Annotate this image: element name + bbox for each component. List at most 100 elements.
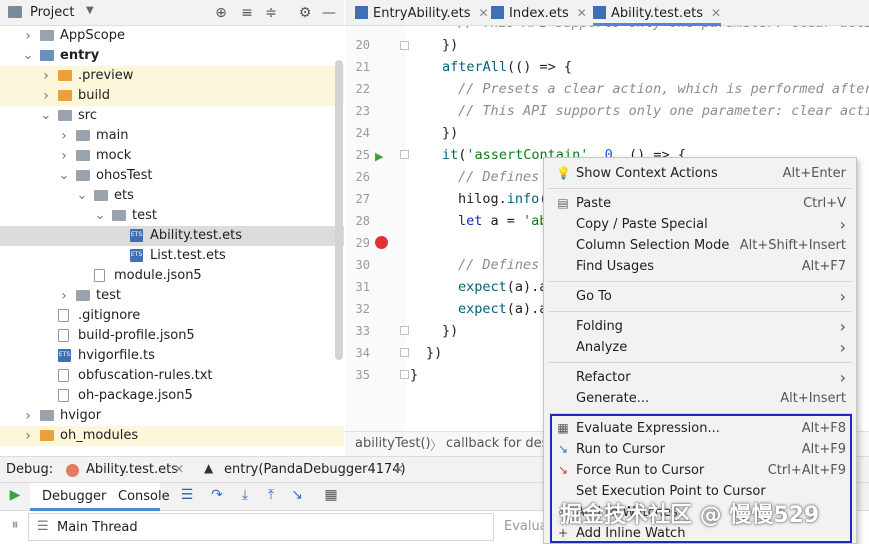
tree-item[interactable]: ⌄ ohosTest — [0, 166, 344, 186]
fold-marker-icon[interactable] — [400, 41, 409, 50]
tab-console[interactable]: Console — [118, 489, 170, 504]
menu-item-copy-paste-special[interactable]: Copy / Paste Special › — [544, 214, 856, 235]
code-line: let a = 'ab — [458, 213, 548, 229]
tree-item-label: .gitignore — [78, 308, 141, 323]
tree-item[interactable]: .gitignore — [0, 306, 344, 326]
layout-icon[interactable]: ☰ — [178, 487, 196, 503]
tree-item[interactable]: ⌄ entry — [0, 46, 344, 66]
tree-item[interactable]: › .preview — [0, 66, 344, 86]
code-line: expect(a).a — [458, 279, 548, 295]
folder-icon — [58, 70, 72, 81]
chevron-right-icon[interactable]: › — [22, 26, 34, 46]
chevron-right-icon[interactable]: › — [58, 126, 70, 146]
tree-item-label: main — [96, 128, 129, 143]
debug-tab-ability-test[interactable]: Ability.test.ets — [86, 462, 178, 477]
menu-separator — [548, 311, 852, 312]
folder-icon — [40, 50, 54, 61]
chevron-right-icon[interactable]: › — [40, 66, 52, 86]
run-test-icon[interactable]: ▶ — [375, 150, 383, 163]
menu-item-generate[interactable]: Generate... Alt+Insert — [544, 388, 856, 409]
tree-item[interactable]: oh-package.json5 — [0, 386, 344, 406]
tree-item[interactable]: ⌄ ets — [0, 186, 344, 206]
menu-item-label: Copy / Paste Special — [576, 217, 708, 232]
calculator-icon[interactable]: ▦ — [322, 487, 340, 503]
hide-icon[interactable]: — — [320, 4, 338, 22]
fold-marker-icon[interactable] — [400, 370, 409, 379]
step-out-icon[interactable]: ⤒ — [262, 487, 280, 503]
menu-item-go-to[interactable]: Go To › — [544, 286, 856, 307]
tree-item[interactable]: › main — [0, 126, 344, 146]
tree-item[interactable]: build-profile.json5 — [0, 326, 344, 346]
chevron-down-icon[interactable]: ▼ — [86, 5, 94, 16]
chevron-right-icon[interactable]: › — [58, 286, 70, 306]
menu-item-column-selection-mode[interactable]: Column Selection Mode Alt+Shift+Insert — [544, 235, 856, 256]
chevron-down-icon[interactable]: ⌄ — [58, 166, 70, 186]
line-number: 22 — [355, 82, 370, 96]
tree-item[interactable]: ETS Ability.test.ets — [0, 226, 344, 246]
expand-all-icon[interactable]: ≡ — [238, 4, 256, 22]
tree-item[interactable]: module.json5 — [0, 266, 344, 286]
chevron-right-icon[interactable]: › — [40, 86, 52, 106]
breakpoint-icon[interactable] — [375, 236, 388, 249]
close-icon[interactable]: ✕ — [577, 6, 587, 20]
menu-item-label: Paste — [576, 196, 612, 211]
locate-icon[interactable]: ⊕ — [212, 4, 230, 22]
tree-item[interactable]: › oh_modules — [0, 426, 344, 446]
chevron-right-icon[interactable]: › — [58, 146, 70, 166]
gear-icon[interactable]: ⚙ — [296, 4, 314, 22]
close-icon[interactable]: ✕ — [479, 6, 489, 20]
debug-tab-entry[interactable]: entry(PandaDebugger4174) — [224, 462, 406, 477]
evaluate-input[interactable]: Evalua — [504, 519, 548, 534]
resume-icon[interactable]: ▶ — [6, 487, 24, 503]
tree-item[interactable]: › hvigor — [0, 406, 344, 426]
tree-item[interactable]: ETS hvigorfile.ts — [0, 346, 344, 366]
tree-item[interactable]: obfuscation-rules.txt — [0, 366, 344, 386]
step-into-icon[interactable]: ⤓ — [236, 487, 254, 503]
fold-marker-icon[interactable] — [400, 348, 409, 357]
menu-item-analyze[interactable]: Analyze › — [544, 337, 856, 358]
debug-label: Debug: — [6, 462, 54, 477]
chevron-down-icon[interactable]: ⌄ — [40, 106, 52, 126]
fold-marker-icon[interactable] — [400, 150, 409, 159]
tree-item[interactable]: › build — [0, 86, 344, 106]
breadcrumb-item-abilitytest[interactable]: abilityTest() — [355, 436, 431, 451]
tree-scrollbar[interactable] — [335, 60, 343, 360]
project-title[interactable]: Project — [30, 5, 74, 20]
collapse-all-icon[interactable]: ≑ — [262, 4, 280, 22]
close-icon[interactable]: ✕ — [711, 6, 721, 20]
tab-entryability[interactable]: EntryAbility.ets ✕ — [355, 0, 489, 26]
fold-marker-icon[interactable] — [400, 326, 409, 335]
breadcrumb-item-callback[interactable]: callback for desc — [446, 436, 556, 451]
step-over-icon[interactable]: ↷ — [208, 487, 226, 503]
tree-item[interactable]: ETS List.test.ets — [0, 246, 344, 266]
chevron-down-icon[interactable]: ⌄ — [94, 206, 106, 226]
tree-item[interactable]: ⌄ test — [0, 206, 344, 226]
tree-item-label: build — [78, 88, 110, 103]
close-icon[interactable]: ✕ — [174, 462, 184, 476]
close-icon[interactable]: ✕ — [394, 462, 404, 476]
tree-item[interactable]: › test — [0, 286, 344, 306]
pause-icon[interactable]: ⏸ — [6, 517, 24, 533]
chevron-down-icon[interactable]: ⌄ — [76, 186, 88, 206]
chevron-down-icon[interactable]: ⌄ — [22, 46, 34, 66]
chevron-right-icon[interactable]: › — [22, 426, 34, 446]
chevron-right-icon[interactable]: › — [22, 406, 34, 426]
tree-item[interactable]: › AppScope — [0, 26, 344, 46]
menu-item-show-context-actions[interactable]: 💡 Show Context Actions Alt+Enter — [544, 163, 856, 184]
menu-item-folding[interactable]: Folding › — [544, 316, 856, 337]
tab-debugger[interactable]: Debugger — [42, 489, 106, 504]
tab-index[interactable]: Index.ets ✕ — [491, 0, 587, 26]
thread-selector[interactable]: ☰ Main Thread — [28, 513, 494, 541]
tree-item[interactable]: ⌄ src — [0, 106, 344, 126]
tree-item[interactable]: › mock — [0, 146, 344, 166]
code-line: }) — [442, 37, 459, 53]
menu-item-paste[interactable]: ▤ Paste Ctrl+V — [544, 193, 856, 214]
code-line: hilog.info( — [458, 191, 547, 207]
menu-item-refactor[interactable]: Refactor › — [544, 367, 856, 388]
code-line: // This API supports only one parameter:… — [458, 103, 869, 119]
tree-item-label: hvigorfile.ts — [78, 348, 155, 363]
run-to-cursor-icon[interactable]: ↘ — [288, 487, 306, 503]
line-number: 26 — [355, 170, 370, 184]
tab-ability-test[interactable]: Ability.test.ets ✕ — [593, 0, 722, 26]
menu-item-find-usages[interactable]: Find Usages Alt+F7 — [544, 256, 856, 277]
